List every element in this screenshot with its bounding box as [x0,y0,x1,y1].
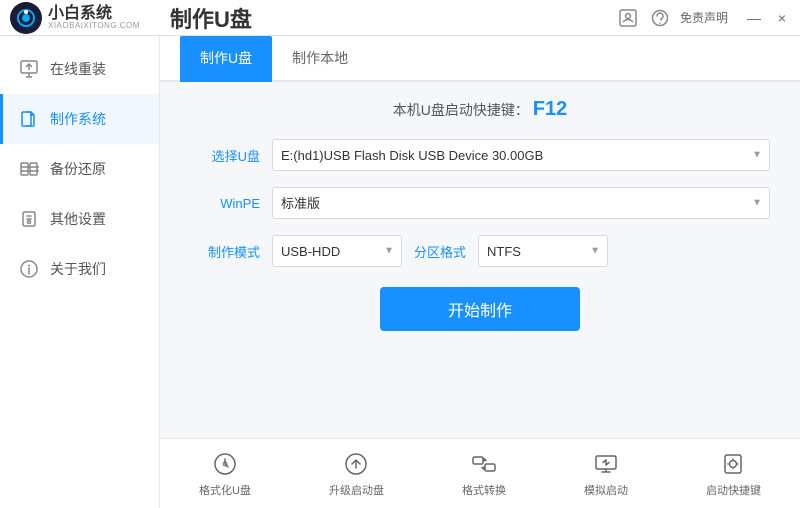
simulate-boot-icon [592,450,620,478]
sidebar: 在线重装 制作系统 备份还原 [0,36,160,508]
content-area: 制作U盘 制作本地 本机U盘启动快捷键： F12 选择U盘 E:(hd1)USB… [160,36,800,508]
sidebar-label-online-reinstall: 在线重装 [50,59,106,79]
minimize-button[interactable]: — [744,8,764,28]
boot-shortcut-icon [719,450,747,478]
udisk-row: 选择U盘 E:(hd1)USB Flash Disk USB Device 30… [190,139,770,171]
backup-restore-icon [18,158,40,180]
tool-boot-shortcut[interactable]: 启动快捷键 [706,450,761,498]
format-convert-icon [470,450,498,478]
tab-make-udisk[interactable]: 制作U盘 [180,36,272,82]
shortcut-hint-text: 本机U盘启动快捷键： [393,102,529,118]
winpe-label: WinPE [190,196,260,211]
page-title: 制作U盘 [170,2,252,34]
user-icon[interactable] [616,6,640,30]
shortcut-hint: 本机U盘启动快捷键： F12 [190,98,770,121]
other-settings-icon [18,208,40,230]
upgrade-boot-icon [342,450,370,478]
tool-upgrade-boot-label: 升级启动盘 [329,482,384,498]
sidebar-label-about-us: 关于我们 [50,259,106,279]
shortcut-key: F12 [533,98,567,120]
partition-select[interactable]: NTFS [478,235,608,267]
tool-simulate-boot-label: 模拟启动 [584,482,628,498]
sidebar-label-other-settings: 其他设置 [50,209,106,229]
partition-select-wrapper: NTFS ▼ [478,235,608,267]
logo-sub-text: XIAOBAIXITONG.COM [48,22,140,30]
close-button[interactable]: × [772,8,792,28]
feedback-icon[interactable] [648,6,672,30]
tab-make-local[interactable]: 制作本地 [272,36,368,82]
sidebar-item-backup-restore[interactable]: 备份还原 [0,144,159,194]
online-reinstall-icon [18,58,40,80]
tool-boot-shortcut-label: 启动快捷键 [706,482,761,498]
winpe-select-wrapper: 标准版 ▼ [272,187,770,219]
about-us-icon [18,258,40,280]
make-system-icon [18,108,40,130]
winpe-row: WinPE 标准版 ▼ [190,187,770,219]
form-area: 本机U盘启动快捷键： F12 选择U盘 E:(hd1)USB Flash Dis… [160,82,800,438]
start-button[interactable]: 开始制作 [380,287,580,331]
sidebar-item-make-system[interactable]: 制作系统 [0,94,159,144]
format-udisk-icon [211,450,239,478]
tool-format-udisk-label: 格式化U盘 [199,482,251,498]
partition-label: 分区格式 [414,242,466,261]
sidebar-item-other-settings[interactable]: 其他设置 [0,194,159,244]
logo-icon [10,2,42,34]
mode-select[interactable]: USB-HDD [272,235,402,267]
tabs: 制作U盘 制作本地 [160,36,800,82]
titlebar: 小白系统 XIAOBAIXITONG.COM 制作U盘 免责声明 — × [0,0,800,36]
udisk-select-wrapper: E:(hd1)USB Flash Disk USB Device 30.00GB… [272,139,770,171]
titlebar-actions: 免责声明 — × [616,6,792,30]
tool-format-convert[interactable]: 格式转换 [462,450,506,498]
mode-select-wrapper: USB-HDD ▼ [272,235,402,267]
sidebar-label-backup-restore: 备份还原 [50,159,106,179]
winpe-select[interactable]: 标准版 [272,187,770,219]
tool-simulate-boot[interactable]: 模拟启动 [584,450,628,498]
tool-format-convert-label: 格式转换 [462,482,506,498]
free-declaration[interactable]: 免责声明 [680,9,728,26]
udisk-select[interactable]: E:(hd1)USB Flash Disk USB Device 30.00GB [272,139,770,171]
sidebar-label-make-system: 制作系统 [50,109,106,129]
udisk-label: 选择U盘 [190,146,260,165]
tool-upgrade-boot[interactable]: 升级启动盘 [329,450,384,498]
logo: 小白系统 XIAOBAIXITONG.COM [10,2,140,34]
mode-label: 制作模式 [190,242,260,261]
sidebar-item-about-us[interactable]: 关于我们 [0,244,159,294]
sidebar-item-online-reinstall[interactable]: 在线重装 [0,44,159,94]
logo-main-text: 小白系统 [48,6,140,22]
mode-partition-row: 制作模式 USB-HDD ▼ 分区格式 NTFS ▼ [190,235,770,267]
bottom-toolbar: 格式化U盘 升级启动盘 [160,438,800,508]
tool-format-udisk[interactable]: 格式化U盘 [199,450,251,498]
main-layout: 在线重装 制作系统 备份还原 [0,36,800,508]
